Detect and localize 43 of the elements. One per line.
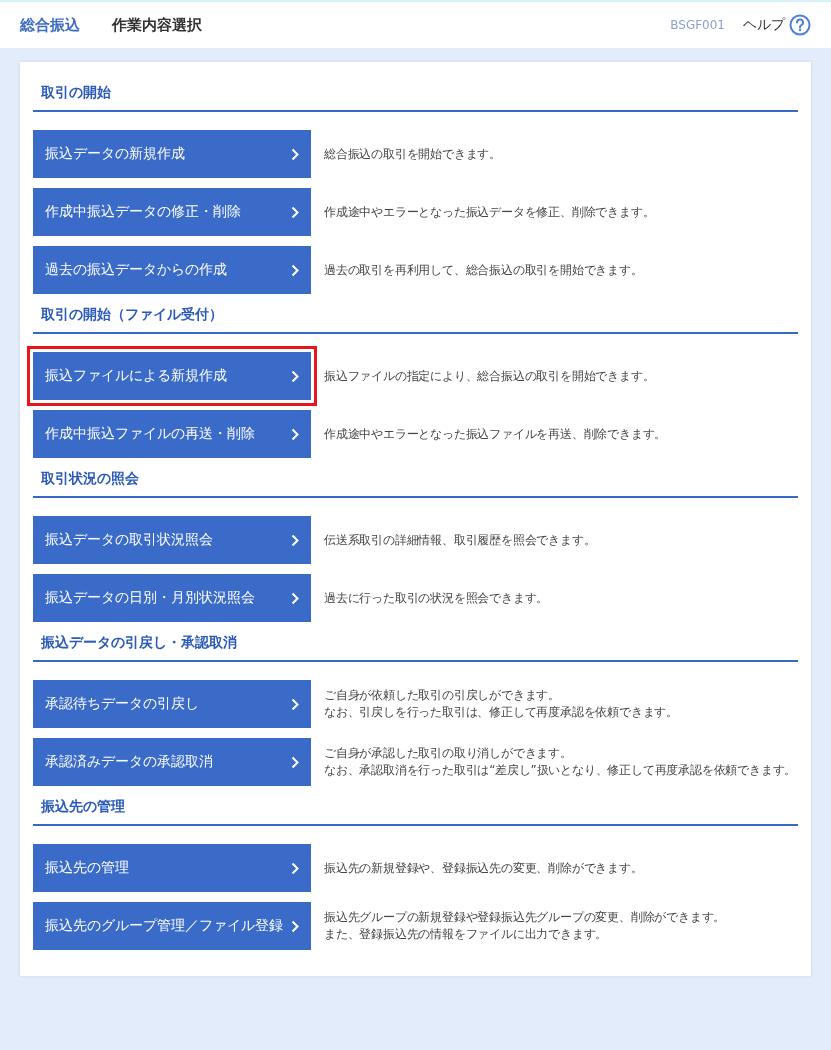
description: 振込先の新規登録や、登録振込先の変更、削除ができます。 bbox=[324, 859, 643, 877]
chevron-icon bbox=[291, 427, 299, 441]
chevron-icon bbox=[291, 533, 299, 547]
description: 総合振込の取引を開始できます。 bbox=[324, 145, 501, 163]
app-title: 総合振込 bbox=[20, 15, 80, 35]
menu-button[interactable]: 作成中振込データの修正・削除 bbox=[33, 188, 311, 236]
menu-button[interactable]: 作成中振込ファイルの再送・削除 bbox=[33, 410, 311, 458]
description: 作成途中やエラーとなった振込ファイルを再送、削除できます。 bbox=[324, 425, 667, 443]
menu-button[interactable]: 承認済みデータの承認取消 bbox=[33, 738, 311, 786]
description: 過去の取引を再利用して、総合振込の取引を開始できます。 bbox=[324, 261, 643, 279]
menu-button[interactable]: 振込先のグループ管理／ファイル登録 bbox=[33, 902, 311, 950]
help-link[interactable]: ヘルプ bbox=[743, 16, 785, 34]
chevron-icon bbox=[291, 147, 299, 161]
section-heading: 取引の開始 bbox=[33, 84, 798, 112]
description: 振込先グループの新規登録や登録振込先グループの変更、削除ができます。 また、登録振込先の情報をファイルに出力できます。 bbox=[324, 909, 726, 943]
menu-button[interactable]: 振込ファイルによる新規作成 bbox=[27, 346, 317, 406]
chevron-icon bbox=[291, 697, 299, 711]
section-heading: 取引状況の照会 bbox=[33, 470, 798, 498]
chevron-icon bbox=[291, 591, 299, 605]
page-title: 作業内容選択 bbox=[112, 15, 202, 35]
description: 振込ファイルの指定により、総合振込の取引を開始できます。 bbox=[324, 367, 655, 385]
menu-button[interactable]: 承認待ちデータの引戻し bbox=[33, 680, 311, 728]
chevron-icon bbox=[291, 919, 299, 933]
description: ご自身が依頼した取引の引戻しができます。 なお、引戻しを行った取引は、修正して再度承認を依頼できます。 bbox=[324, 687, 678, 721]
chevron-icon bbox=[291, 369, 299, 383]
chevron-icon bbox=[291, 755, 299, 769]
help-icon[interactable] bbox=[789, 14, 811, 36]
section-heading: 取引の開始（ファイル受付） bbox=[33, 306, 798, 334]
description: 伝送系取引の詳細情報、取引履歴を照会できます。 bbox=[324, 531, 596, 549]
chevron-icon bbox=[291, 263, 299, 277]
section-heading: 振込先の管理 bbox=[33, 798, 798, 826]
description: 過去に行った取引の状況を照会できます。 bbox=[324, 589, 549, 607]
menu-button[interactable]: 過去の振込データからの作成 bbox=[33, 246, 311, 294]
menu-button[interactable]: 振込データの日別・月別状況照会 bbox=[33, 574, 311, 622]
menu-button[interactable]: 振込先の管理 bbox=[33, 844, 311, 892]
menu-button[interactable]: 振込データの取引状況照会 bbox=[33, 516, 311, 564]
section-heading: 振込データの引戻し・承認取消 bbox=[33, 634, 798, 662]
menu-button[interactable]: 振込データの新規作成 bbox=[33, 130, 311, 178]
chevron-icon bbox=[291, 861, 299, 875]
chevron-icon bbox=[291, 205, 299, 219]
screen-id: BSGF001 bbox=[670, 18, 725, 32]
description: ご自身が承認した取引の取り消しができます。 なお、承認取消を行った取引は“差戻し”扱いとなり、修正して再度承認を依頼できます。 bbox=[324, 745, 797, 779]
description: 作成途中やエラーとなった振込データを修正、削除できます。 bbox=[324, 203, 655, 221]
